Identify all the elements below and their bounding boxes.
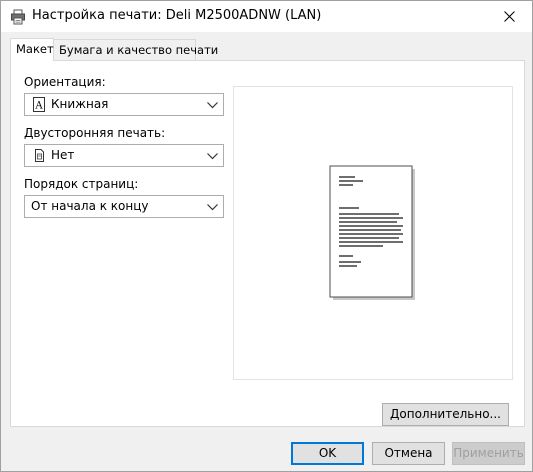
page-preview-illustration bbox=[329, 165, 415, 300]
orientation-select[interactable]: A Книжная bbox=[24, 93, 224, 116]
apply-button[interactable]: Применить bbox=[452, 442, 525, 465]
orientation-label: Ориентация: bbox=[24, 75, 106, 89]
advanced-button[interactable]: Дополнительно... bbox=[382, 403, 509, 426]
advanced-button-label: Дополнительно... bbox=[390, 407, 501, 421]
ok-button[interactable]: OK bbox=[291, 442, 364, 465]
cancel-button-label: Отмена bbox=[384, 446, 433, 460]
tab-layout-label: Макет bbox=[16, 42, 54, 56]
page-preview bbox=[233, 86, 513, 380]
ok-button-label: OK bbox=[318, 446, 337, 460]
svg-text:A: A bbox=[34, 101, 43, 112]
window-title: Настройка печати: Deli M2500ADNW (LAN) bbox=[32, 8, 322, 23]
close-icon bbox=[503, 11, 515, 22]
chevron-down-icon bbox=[207, 102, 218, 109]
layout-tab-panel: Ориентация: A Книжная Двусторонняя печат… bbox=[10, 60, 525, 427]
cancel-button[interactable]: Отмена bbox=[372, 442, 445, 465]
tab-paper-quality-label: Бумага и качество печати bbox=[59, 43, 219, 57]
duplex-label: Двусторонняя печать: bbox=[24, 126, 166, 140]
duplex-value: Нет bbox=[51, 148, 75, 162]
printer-icon bbox=[11, 9, 25, 25]
single-sided-page-icon bbox=[35, 149, 44, 162]
tab-paper-quality[interactable]: Бумага и качество печати bbox=[53, 39, 218, 60]
page-order-value: От начала к концу bbox=[31, 199, 149, 213]
duplex-select[interactable]: Нет bbox=[24, 144, 224, 167]
title-bar: Настройка печати: Deli M2500ADNW (LAN) bbox=[1, 1, 532, 32]
page-order-label: Порядок страниц: bbox=[24, 177, 139, 191]
chevron-down-icon bbox=[207, 204, 218, 211]
chevron-down-icon bbox=[207, 153, 218, 160]
orientation-value: Книжная bbox=[51, 97, 109, 111]
tab-layout[interactable]: Макет bbox=[10, 38, 54, 61]
close-button[interactable] bbox=[486, 1, 532, 32]
print-settings-dialog: Настройка печати: Deli M2500ADNW (LAN) М… bbox=[0, 0, 533, 472]
apply-button-label: Применить bbox=[453, 446, 524, 460]
page-order-select[interactable]: От начала к концу bbox=[24, 195, 224, 218]
portrait-page-icon: A bbox=[33, 97, 45, 112]
